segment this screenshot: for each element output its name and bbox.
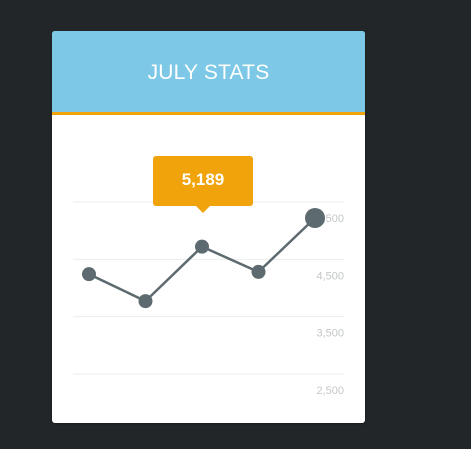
stats-card: JULY STATS 5,500 4,500 3,500 2,500 <box>52 31 365 423</box>
y-tick-label: 4,500 <box>316 270 344 282</box>
value-tooltip: 5,189 <box>153 156 253 206</box>
data-point[interactable] <box>138 294 153 309</box>
card-header: JULY STATS <box>52 31 365 115</box>
data-point-highlighted[interactable] <box>305 208 325 228</box>
data-point[interactable] <box>195 239 209 254</box>
data-point[interactable] <box>251 264 266 279</box>
screen-background: JULY STATS 5,500 4,500 3,500 2,500 5,189 <box>0 0 471 449</box>
tooltip-arrow <box>195 205 211 213</box>
tooltip-value: 5,189 <box>181 170 225 189</box>
y-tick-label: 3,500 <box>316 328 344 340</box>
data-point[interactable] <box>82 267 96 282</box>
y-tick-label: 2,500 <box>316 385 344 397</box>
card-title: JULY STATS <box>147 60 270 84</box>
